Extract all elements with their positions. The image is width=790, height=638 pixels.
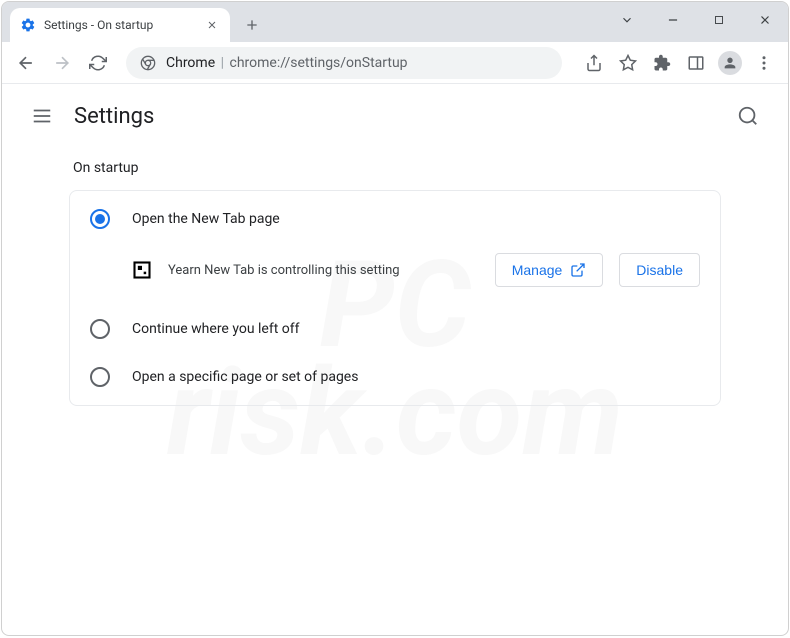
- search-icon[interactable]: [728, 96, 768, 136]
- browser-toolbar: Chrome | chrome://settings/onStartup: [2, 42, 788, 84]
- close-tab-icon[interactable]: [204, 17, 220, 33]
- reload-button[interactable]: [82, 47, 114, 79]
- share-icon[interactable]: [578, 47, 610, 79]
- address-bar[interactable]: Chrome | chrome://settings/onStartup: [126, 47, 562, 79]
- tab-title: Settings - On startup: [44, 18, 204, 32]
- gear-icon: [20, 17, 36, 33]
- manage-button-label: Manage: [512, 262, 563, 278]
- titlebar: Settings - On startup: [2, 2, 788, 42]
- close-window-button[interactable]: [742, 2, 788, 38]
- omnibox-text: Chrome | chrome://settings/onStartup: [166, 55, 408, 71]
- new-tab-button[interactable]: [238, 11, 266, 39]
- forward-button[interactable]: [46, 47, 78, 79]
- option-new-tab[interactable]: Open the New Tab page: [70, 195, 720, 243]
- radio-unselected-icon: [90, 367, 110, 387]
- settings-content: PCrisk.com Settings On startup Open the …: [2, 84, 788, 635]
- page-title: Settings: [74, 104, 154, 129]
- option-label: Open the New Tab page: [132, 211, 280, 227]
- extension-notice: Yearn New Tab is controlling this settin…: [70, 243, 720, 305]
- option-specific-pages[interactable]: Open a specific page or set of pages: [70, 353, 720, 401]
- option-label: Continue where you left off: [132, 321, 300, 337]
- minimize-button[interactable]: [650, 2, 696, 38]
- disable-button-label: Disable: [636, 262, 683, 278]
- side-panel-icon[interactable]: [680, 47, 712, 79]
- bookmark-star-icon[interactable]: [612, 47, 644, 79]
- browser-tab[interactable]: Settings - On startup: [10, 8, 230, 42]
- open-external-icon: [570, 262, 586, 278]
- option-label: Open a specific page or set of pages: [132, 369, 358, 385]
- hamburger-menu-icon[interactable]: [22, 96, 62, 136]
- notice-text: Yearn New Tab is controlling this settin…: [168, 263, 479, 278]
- kebab-menu-icon[interactable]: [748, 47, 780, 79]
- extensions-icon[interactable]: [646, 47, 678, 79]
- option-continue[interactable]: Continue where you left off: [70, 305, 720, 353]
- chevron-down-icon[interactable]: [604, 2, 650, 38]
- radio-unselected-icon: [90, 319, 110, 339]
- section-title: On startup: [69, 160, 721, 176]
- radio-selected-icon: [90, 209, 110, 229]
- maximize-button[interactable]: [696, 2, 742, 38]
- back-button[interactable]: [10, 47, 42, 79]
- manage-button[interactable]: Manage: [495, 253, 604, 287]
- disable-button[interactable]: Disable: [619, 253, 700, 287]
- chrome-icon: [140, 55, 156, 71]
- extension-app-icon: [132, 260, 152, 280]
- startup-options-card: Open the New Tab page Yearn New Tab is c…: [69, 190, 721, 406]
- profile-avatar[interactable]: [714, 47, 746, 79]
